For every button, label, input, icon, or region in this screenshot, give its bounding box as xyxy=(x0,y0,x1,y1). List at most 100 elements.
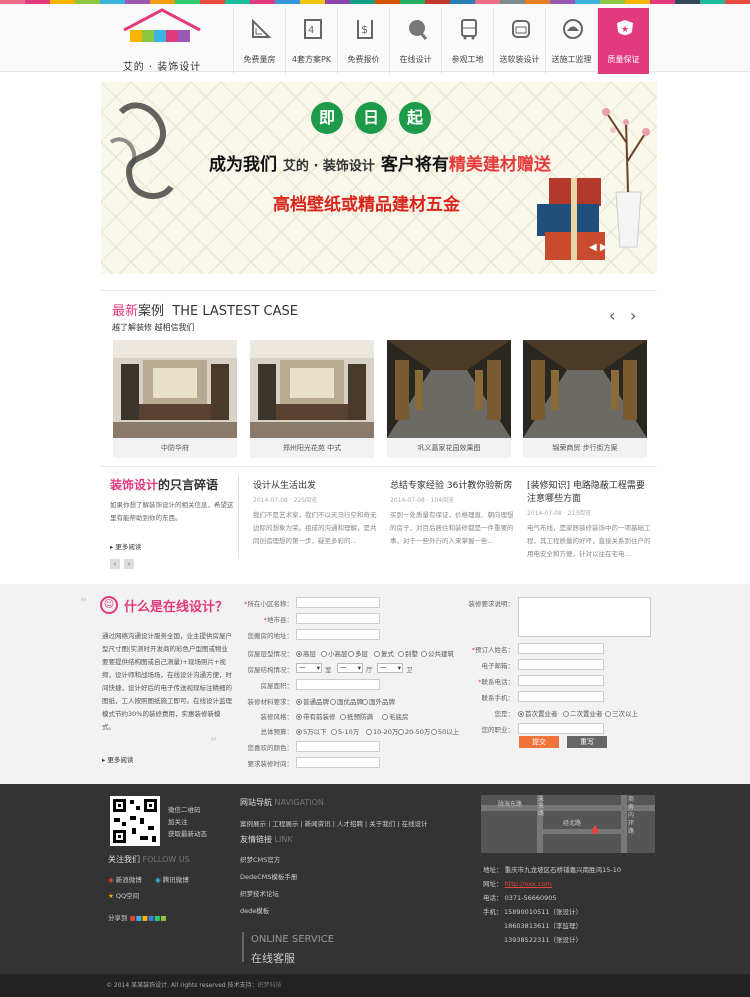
form-label-text: 所在小区名称： xyxy=(247,600,294,608)
budget-radio[interactable]: 5万以下 xyxy=(296,726,327,736)
material-radio[interactable]: 普通品牌 xyxy=(296,696,329,706)
city-input[interactable] xyxy=(296,613,380,624)
address-input[interactable] xyxy=(296,629,380,640)
nav-item[interactable]: 免费量房 xyxy=(233,8,285,74)
radio-label: 国优品牌 xyxy=(337,698,363,706)
budget-radio[interactable]: 20-50万 xyxy=(398,726,430,736)
size-input[interactable] xyxy=(296,679,380,690)
map-label: 商务内环路 xyxy=(628,796,635,835)
website-link[interactable]: http://xxx.com xyxy=(505,880,552,888)
cases-prev-icon[interactable]: ‹ xyxy=(609,306,615,325)
share-more-icon[interactable]: ■ xyxy=(160,914,166,922)
radio-label: 别墅 xyxy=(405,650,418,658)
friend-link[interactable]: DedeCMS模板手册 xyxy=(240,871,297,881)
house-type-radio[interactable]: 多层 xyxy=(348,648,368,658)
nav-item[interactable]: ★ 质量保证 xyxy=(597,8,649,74)
radio-label: 带有前装修 xyxy=(303,713,336,721)
identity-label: 您是： xyxy=(440,708,515,718)
case-photo xyxy=(113,340,237,438)
identity-radio[interactable]: 二次置业者 xyxy=(563,708,603,718)
promo-banner[interactable]: 即 日 起 成为我们 艾的 · 装饰设计 客户将有精美建材赠送 高档壁纸或精品建… xyxy=(101,82,657,274)
form-label-text: 房屋层型情况： xyxy=(247,650,294,658)
name-label: *预订人姓名： xyxy=(471,646,514,654)
case-caption: 中防华府 xyxy=(161,444,189,452)
qr-caption: 微信二维码 加关注 获取最新动态 xyxy=(168,804,207,840)
time-input[interactable] xyxy=(296,757,380,768)
online-more-link[interactable]: ▸ 更多阅读 xyxy=(102,754,133,764)
face-icon: ☺ xyxy=(100,596,118,614)
cases-next-icon[interactable]: › xyxy=(630,306,636,325)
follow-heading: 关注我们 FOLLOW US xyxy=(108,854,190,865)
house-type-radio[interactable]: 别墅 xyxy=(398,648,418,658)
style-radio[interactable]: 毛底房 xyxy=(382,711,409,721)
budget-radio[interactable]: 10-20万 xyxy=(366,726,398,736)
nav-item[interactable]: 参观工地 xyxy=(441,8,493,74)
nav-item[interactable]: 送施工监理 xyxy=(545,8,597,74)
divider xyxy=(101,290,657,291)
color-input[interactable] xyxy=(296,741,380,752)
submit-button[interactable]: 提交 xyxy=(519,736,559,748)
friend-link[interactable]: 织梦CMS官方 xyxy=(240,854,280,864)
reset-button[interactable]: 重写 xyxy=(567,736,607,748)
blog-post[interactable]: [装修知识] 电路隐蔽工程需要注意哪些方面 2014-07-08 · 213阅览电… xyxy=(527,480,651,561)
nav-item[interactable]: 4 4套方案PK xyxy=(285,8,337,74)
online-title: 什么是在线设计？ xyxy=(124,600,229,615)
house-type-radio[interactable]: 高层 xyxy=(296,648,316,658)
house-type-radio[interactable]: 小高层 xyxy=(321,648,348,658)
material-radio[interactable]: 国优品牌 xyxy=(330,696,363,706)
structure-select[interactable]: 一 ▾ xyxy=(377,663,403,673)
site-nav-links[interactable]: 案例展示 | 工程展示 | 新闻资讯 | 人才招聘 | 关于我们 | 在线设计 xyxy=(240,818,428,828)
blog-post-title[interactable]: 设计从生活出发 xyxy=(253,480,377,493)
blog-post-title[interactable]: 总结专家经验 36计教你验新房 xyxy=(390,480,514,493)
radio-label: 普通品牌 xyxy=(303,698,329,706)
nav-item[interactable]: 送软装设计 xyxy=(493,8,545,74)
house-type-radio[interactable]: 复式 xyxy=(374,648,394,658)
cases-title-en: THE LASTEST CASE xyxy=(172,304,298,319)
friend-link[interactable]: 织梦技术论坛 xyxy=(240,888,279,898)
copyright-text: © 2014 某某装饰设计. All rights reserved 技术支持： xyxy=(106,982,258,989)
case-card[interactable]: 巩义嘉家花园效果图 xyxy=(387,340,511,458)
style-radio[interactable]: 带有前装修 xyxy=(296,711,336,721)
case-card[interactable]: 中防华府 xyxy=(113,340,237,458)
structure-select[interactable]: 一 ▾ xyxy=(337,663,363,673)
style-radio[interactable]: 抵预防满 xyxy=(340,711,373,721)
banner-arrows-icon[interactable]: ◀ ▶ xyxy=(589,242,608,253)
material-radio[interactable]: 国外品牌 xyxy=(362,696,395,706)
social-label: 腾讯微博 xyxy=(162,876,189,884)
blog-next-icon[interactable]: › xyxy=(124,559,134,569)
case-card[interactable]: 郑州阳光花苑 中式 xyxy=(250,340,374,458)
social-qzone-link[interactable]: ★ QQ空间 xyxy=(108,890,139,900)
friend-link[interactable]: dede模板 xyxy=(240,905,269,915)
phone-input[interactable] xyxy=(518,675,604,686)
support-link[interactable]: 织梦科技 xyxy=(258,982,282,989)
nav-item[interactable]: 在线设计 xyxy=(389,8,441,74)
blog-post-title[interactable]: [装修知识] 电路隐蔽工程需要注意哪些方面 xyxy=(527,480,651,506)
friend-links-heading: 友情链接 LINK xyxy=(240,834,293,845)
name-input[interactable] xyxy=(518,643,604,654)
social-tencent-link[interactable]: ◉ 腾讯微博 xyxy=(155,874,189,884)
form-label-text: 地市县： xyxy=(267,616,293,624)
radio-icon xyxy=(366,729,372,735)
email-input[interactable] xyxy=(518,659,604,670)
blog-prev-icon[interactable]: ‹ xyxy=(110,559,120,569)
cases-subtitle: 越了解装修 越相信我们 xyxy=(112,323,195,332)
social-weibo-link[interactable]: ◉ 新浪微博 xyxy=(108,874,142,884)
area-input[interactable] xyxy=(296,597,380,608)
budget-radio[interactable]: 5-10万 xyxy=(331,726,359,736)
radio-label: 5-10万 xyxy=(338,728,360,736)
requirement-textarea[interactable] xyxy=(518,597,651,637)
mobile-input[interactable] xyxy=(518,691,604,702)
identity-radio[interactable]: 三次以上 xyxy=(605,708,638,718)
online-service-link[interactable]: 在线客服 xyxy=(251,950,295,966)
blog-title: 装饰设计的只言碎语 xyxy=(110,476,236,493)
case-photo xyxy=(250,340,374,438)
job-input[interactable] xyxy=(518,723,604,734)
blog-more-link[interactable]: ▸ 更多阅读 xyxy=(110,541,236,551)
case-card[interactable]: 锦荣商贸 步行街方案 xyxy=(523,340,647,458)
nav-item[interactable]: $ 免费报价 xyxy=(337,8,389,74)
blog-post[interactable]: 设计从生活出发 2014-07-08 · 225阅览 我们不是艺术家，我们不以天马行… xyxy=(253,480,377,548)
structure-select[interactable]: 一 ▾ xyxy=(296,663,322,673)
blog-post[interactable]: 总结专家经验 36计教你验新房 2014-07-08 · 104阅览 买到一处质量有… xyxy=(390,480,514,548)
identity-radio[interactable]: 首次置业者 xyxy=(518,708,558,718)
logo[interactable]: 艾的 · 装饰设计 xyxy=(112,8,212,73)
